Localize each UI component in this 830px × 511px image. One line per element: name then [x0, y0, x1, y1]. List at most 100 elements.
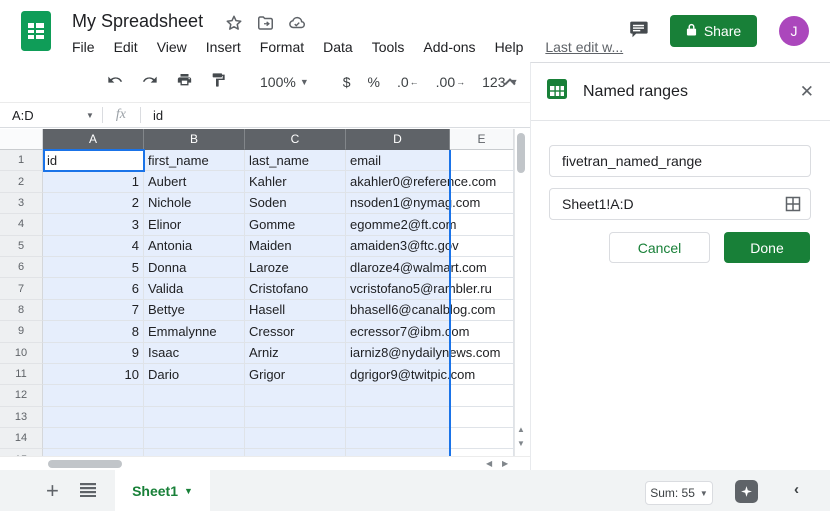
cell-A7[interactable]: 6: [43, 278, 144, 299]
sheets-logo-icon[interactable]: [20, 10, 52, 57]
cell-E14[interactable]: [450, 428, 514, 449]
cell-E5[interactable]: [450, 236, 514, 257]
cell-C14[interactable]: [245, 428, 346, 449]
sum-indicator[interactable]: Sum: 55 ▼: [645, 481, 713, 505]
cell-B2[interactable]: Aubert: [144, 171, 245, 192]
done-button[interactable]: Done: [724, 232, 810, 263]
cell-A13[interactable]: [43, 407, 144, 428]
cell-A1[interactable]: id: [43, 150, 144, 171]
cell-B4[interactable]: Elinor: [144, 214, 245, 235]
cell-A6[interactable]: 5: [43, 257, 144, 278]
explore-button[interactable]: [735, 480, 758, 503]
cell-B7[interactable]: Valida: [144, 278, 245, 299]
cell-D1[interactable]: email: [346, 150, 450, 171]
cell-D8[interactable]: bhasell6@canalblog.com: [346, 300, 450, 321]
cell-A12[interactable]: [43, 385, 144, 406]
horizontal-scrollbar[interactable]: ◀ ▶: [0, 456, 530, 470]
row-header-9[interactable]: 9: [0, 321, 43, 342]
cell-C13[interactable]: [245, 407, 346, 428]
print-icon[interactable]: [176, 72, 193, 93]
cell-E1[interactable]: [450, 150, 514, 171]
cell-B13[interactable]: [144, 407, 245, 428]
cell-B10[interactable]: Isaac: [144, 343, 245, 364]
menu-tools[interactable]: Tools: [372, 39, 405, 55]
collapse-toolbar-icon[interactable]: [503, 73, 517, 91]
cell-C1[interactable]: last_name: [245, 150, 346, 171]
row-header-13[interactable]: 13: [0, 407, 43, 428]
increase-decimal-button[interactable]: .00 →: [436, 74, 465, 90]
column-header-E[interactable]: E: [450, 129, 514, 150]
sheet-tab[interactable]: Sheet1 ▼: [115, 470, 210, 511]
cell-A14[interactable]: [43, 428, 144, 449]
formula-input[interactable]: id: [153, 108, 163, 123]
cell-C2[interactable]: Kahler: [245, 171, 346, 192]
undo-icon[interactable]: [106, 72, 124, 93]
row-header-4[interactable]: 4: [0, 214, 43, 235]
decrease-decimal-button[interactable]: .0 ←: [397, 74, 419, 90]
cell-C11[interactable]: Grigor: [245, 364, 346, 385]
cell-D5[interactable]: amaiden3@ftc.gov: [346, 236, 450, 257]
hide-panel-icon[interactable]: ‹: [794, 481, 799, 498]
redo-icon[interactable]: [141, 72, 159, 93]
paint-format-icon[interactable]: [210, 72, 226, 93]
cell-C8[interactable]: Hasell: [245, 300, 346, 321]
row-header-5[interactable]: 5: [0, 236, 43, 257]
cell-D10[interactable]: iarniz8@nydailynews.com: [346, 343, 450, 364]
column-header-B[interactable]: B: [144, 129, 245, 150]
cell-E13[interactable]: [450, 407, 514, 428]
menu-edit[interactable]: Edit: [114, 39, 138, 55]
range-name-input[interactable]: [549, 145, 811, 177]
cell-C6[interactable]: Laroze: [245, 257, 346, 278]
cell-C10[interactable]: Arniz: [245, 343, 346, 364]
menu-format[interactable]: Format: [260, 39, 304, 55]
cell-B11[interactable]: Dario: [144, 364, 245, 385]
range-reference-input[interactable]: [549, 188, 811, 220]
all-sheets-icon[interactable]: [80, 483, 96, 502]
last-edit-link[interactable]: Last edit w...: [545, 39, 623, 55]
horizontal-scrollbar-thumb[interactable]: [48, 460, 122, 468]
star-icon[interactable]: [225, 14, 243, 37]
cell-A10[interactable]: 9: [43, 343, 144, 364]
comment-icon[interactable]: [626, 18, 650, 45]
chevron-down-icon[interactable]: ▼: [86, 111, 94, 120]
row-header-6[interactable]: 6: [0, 257, 43, 278]
cell-B8[interactable]: Bettye: [144, 300, 245, 321]
cell-D12[interactable]: [346, 385, 450, 406]
add-sheet-icon[interactable]: +: [46, 478, 59, 504]
scroll-down-icon[interactable]: ▼: [515, 439, 527, 448]
cell-B12[interactable]: [144, 385, 245, 406]
cell-C9[interactable]: Cressor: [245, 321, 346, 342]
avatar[interactable]: J: [779, 16, 809, 46]
cell-A4[interactable]: 3: [43, 214, 144, 235]
vertical-scrollbar[interactable]: ▲ ▼: [514, 129, 527, 456]
select-data-range-icon[interactable]: [785, 196, 801, 217]
row-header-1[interactable]: 1: [0, 150, 43, 171]
share-button[interactable]: Share: [670, 15, 757, 47]
cell-B6[interactable]: Donna: [144, 257, 245, 278]
vertical-scrollbar-thumb[interactable]: [517, 133, 525, 173]
zoom-select[interactable]: 100% ▼: [260, 74, 309, 90]
cell-B3[interactable]: Nichole: [144, 193, 245, 214]
cell-D2[interactable]: akahler0@reference.com: [346, 171, 450, 192]
menu-data[interactable]: Data: [323, 39, 353, 55]
menu-add-ons[interactable]: Add-ons: [423, 39, 475, 55]
cell-D14[interactable]: [346, 428, 450, 449]
cell-B1[interactable]: first_name: [144, 150, 245, 171]
cell-B14[interactable]: [144, 428, 245, 449]
name-box[interactable]: A:D: [0, 108, 86, 123]
cell-E4[interactable]: [450, 214, 514, 235]
menu-view[interactable]: View: [157, 39, 187, 55]
cell-A11[interactable]: 10: [43, 364, 144, 385]
cell-D11[interactable]: dgrigor9@twitpic.com: [346, 364, 450, 385]
cell-D6[interactable]: dlaroze4@walmart.com: [346, 257, 450, 278]
cell-C3[interactable]: Soden: [245, 193, 346, 214]
cell-C12[interactable]: [245, 385, 346, 406]
cell-D13[interactable]: [346, 407, 450, 428]
row-header-11[interactable]: 11: [0, 364, 43, 385]
row-header-8[interactable]: 8: [0, 300, 43, 321]
row-header-10[interactable]: 10: [0, 343, 43, 364]
cell-A3[interactable]: 2: [43, 193, 144, 214]
column-header-D[interactable]: D: [346, 129, 450, 150]
row-header-12[interactable]: 12: [0, 385, 43, 406]
cell-C5[interactable]: Maiden: [245, 236, 346, 257]
